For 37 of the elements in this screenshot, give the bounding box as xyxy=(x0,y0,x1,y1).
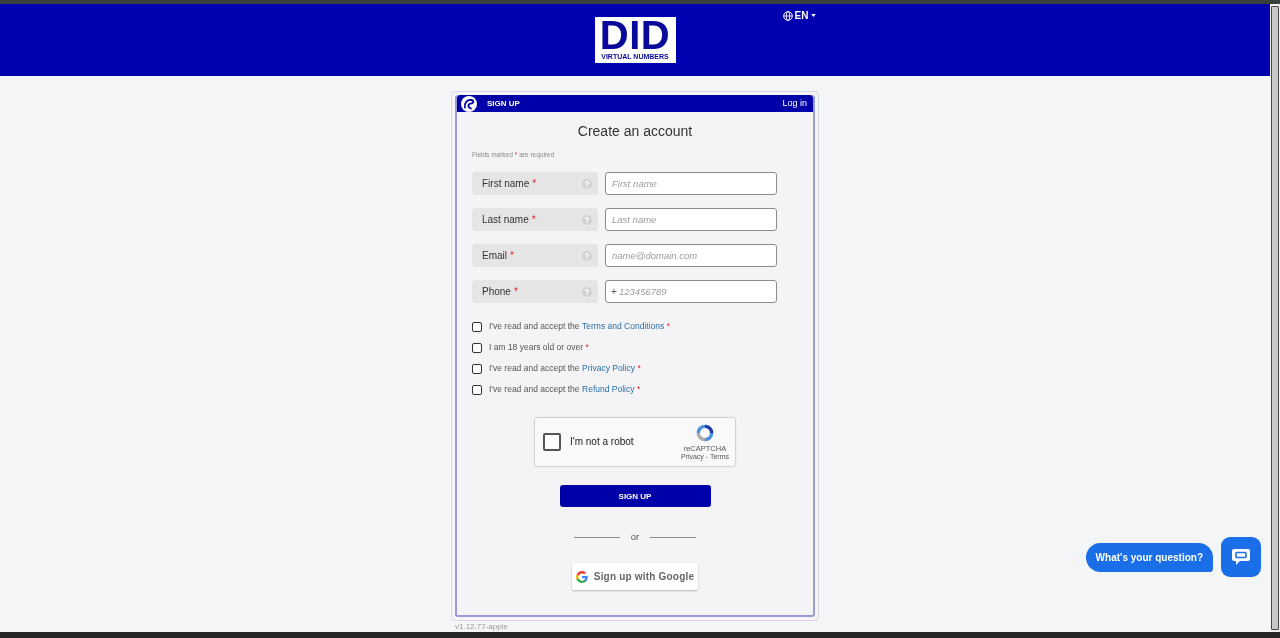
ring-icon xyxy=(694,423,715,443)
field-label: Phone * xyxy=(482,285,518,298)
logo-wordmark: DID xyxy=(599,20,671,51)
policy-link[interactable]: Refund Policy xyxy=(582,384,635,394)
field-label: Email * xyxy=(482,249,514,262)
checkbox[interactable] xyxy=(472,321,482,332)
chat-button[interactable] xyxy=(1221,537,1261,577)
input-field[interactable]: First name xyxy=(605,172,777,195)
chat-icon xyxy=(1231,547,1251,567)
chat-prompt-bubble[interactable]: What's your question? xyxy=(1085,542,1213,572)
google-signup-button[interactable]: Sign up with Google xyxy=(572,563,698,590)
field-label: First name * xyxy=(482,177,537,190)
checkbox[interactable] xyxy=(472,363,482,374)
checkbox[interactable] xyxy=(472,342,482,353)
globe-icon xyxy=(782,10,793,21)
google-g-icon xyxy=(575,570,588,583)
policy-link[interactable]: Terms and Conditions xyxy=(582,321,665,331)
agreement-label: I am 18 years old or over * xyxy=(489,342,589,353)
language-button[interactable]: EN xyxy=(782,10,817,21)
caret-icon xyxy=(811,14,817,17)
form-title: Create an account xyxy=(577,122,693,140)
captcha-checkbox[interactable] xyxy=(543,433,561,451)
agreement-label: I've read and accept the Privacy Policy * xyxy=(489,363,641,374)
signup-button[interactable]: SIGN UP xyxy=(559,485,711,507)
version-text: v1.12.77-apple xyxy=(454,622,508,631)
input-field[interactable]: Last name xyxy=(605,208,777,231)
field-label: Last name * xyxy=(482,213,536,226)
policy-link[interactable]: Privacy Policy xyxy=(582,363,635,373)
divider-text: or xyxy=(630,531,640,543)
captcha-label: I'm not a robot xyxy=(570,436,634,448)
login-link[interactable]: Log in xyxy=(782,98,807,109)
input-field[interactable]: name@domain.com xyxy=(605,244,777,267)
phone-prefix: + xyxy=(611,286,617,297)
agreement-label: I've read and accept the Refund Policy * xyxy=(489,384,641,395)
card-title: SIGN UP xyxy=(487,98,520,109)
checkbox[interactable] xyxy=(472,384,482,395)
agreement-label: I've read and accept the Terms and Conditions * xyxy=(489,321,671,332)
